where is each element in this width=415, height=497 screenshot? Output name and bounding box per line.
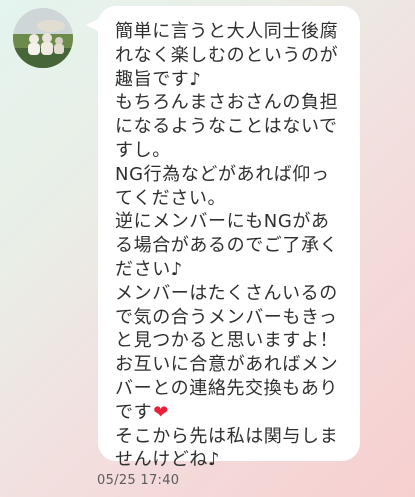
message-line: てください。 [115, 187, 227, 209]
message-line: 趣旨です♪ [115, 68, 202, 90]
message-line: れなく楽しむのというのが [115, 44, 339, 66]
sender-avatar[interactable] [13, 8, 73, 68]
message-line: で気の合うメンバーもきっ [115, 306, 338, 328]
message-bubble[interactable]: 簡単に言うと大人同士後腐 れなく楽しむのというのが 趣旨です♪ もちろんまさおさ… [98, 6, 360, 470]
message-line-with-heart: です❤ [115, 401, 348, 425]
avatar-photo-icon [13, 8, 73, 68]
message-line: すし。 [115, 139, 171, 161]
message-line: 逆にメンバーにもNGがあ [115, 211, 330, 233]
message-line: せんけどね♪ [115, 449, 221, 471]
heart-emoji-icon: ❤ [153, 401, 169, 423]
message-line: る場合があるのでご了承く [115, 235, 339, 257]
message-line: になるようなことはないで [115, 116, 338, 138]
message-line: もちろんまさおさんの負担 [115, 92, 339, 114]
message-line: 簡単に言うと大人同士後腐 [115, 21, 339, 42]
message-line: お互いに合意があればメン [115, 354, 339, 376]
message-line: そこから先は私は関与しま [115, 425, 339, 447]
chat-area: 簡単に言うと大人同士後腐 れなく楽しむのというのが 趣旨です♪ もちろんまさおさ… [0, 0, 415, 497]
message-line: メンバーはたくさんいるの [115, 282, 338, 304]
message-line: バーとの連絡先交換もあり [115, 377, 339, 399]
message-line-text: です [115, 401, 153, 423]
message-line: と見つかると思いますよ！ [115, 330, 339, 352]
message-line: NG行為などがあれば仰っ [115, 163, 330, 185]
message-line: ださい♪ [115, 258, 183, 280]
message-timestamp: 05/25 17:40 [97, 473, 180, 488]
